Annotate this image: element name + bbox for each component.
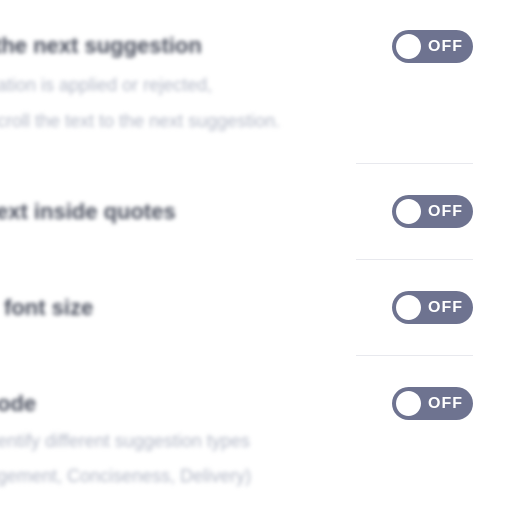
toggle-switch[interactable]: OFF [392, 291, 473, 324]
toggle-knob [396, 34, 421, 59]
toggle-state-label: OFF [428, 299, 463, 316]
settings-list: the next suggestion ation is applied or … [0, 0, 521, 520]
setting-title: font size [4, 295, 94, 320]
setting-title: ode [0, 391, 37, 416]
row-divider [356, 163, 473, 164]
row-divider [356, 355, 473, 356]
toggle-state-label: OFF [428, 395, 463, 412]
setting-description-line: entify different suggestion types [0, 431, 250, 451]
toggle-knob [396, 391, 421, 416]
toggle-knob [396, 295, 421, 320]
setting-title: the next suggestion [0, 33, 202, 58]
toggle-switch[interactable]: OFF [392, 195, 473, 228]
toggle-switch[interactable]: OFF [392, 387, 473, 420]
setting-description-line: croll the text to the next suggestion. [0, 111, 281, 131]
setting-description-line: gement, Conciseness, Delivery) [0, 466, 252, 486]
toggle-state-label: OFF [428, 203, 463, 220]
toggle-state-label: OFF [428, 38, 463, 55]
row-divider [356, 259, 473, 260]
setting-title: ext inside quotes [0, 199, 176, 224]
toggle-knob [396, 199, 421, 224]
setting-description-line: ation is applied or rejected, [0, 75, 213, 95]
toggle-switch[interactable]: OFF [392, 30, 473, 63]
